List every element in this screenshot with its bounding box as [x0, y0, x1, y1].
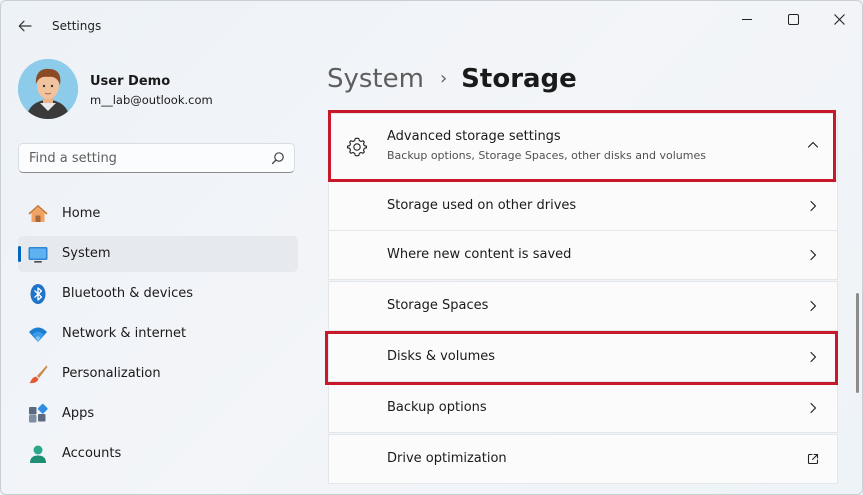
advanced-storage-title: Advanced storage settings: [387, 129, 561, 144]
sidebar-item-label: Network & internet: [62, 326, 187, 341]
external-link-icon: [807, 453, 819, 465]
breadcrumb: System › Storage: [327, 61, 577, 97]
chevron-right-icon: [810, 200, 817, 212]
chevron-right-icon: [810, 351, 817, 363]
close-icon: [833, 13, 845, 25]
maximize-button[interactable]: [770, 7, 816, 31]
back-arrow-icon: [18, 20, 32, 32]
sidebar-item-label: Accounts: [62, 446, 122, 461]
where-new-content-is-saved-row[interactable]: Where new content is saved: [328, 230, 838, 280]
active-indicator: [18, 246, 21, 262]
sidebar-item-label: Personalization: [62, 366, 161, 381]
system-monitor-icon: [28, 247, 48, 263]
search-icon[interactable]: [271, 151, 285, 165]
bluetooth-icon: [30, 284, 46, 304]
backup-options-row[interactable]: Backup options: [328, 383, 838, 433]
row-label: Backup options: [387, 400, 487, 415]
settings-window: Settings User Demo m__lab@outlook.com Fi…: [0, 0, 863, 495]
maximize-icon: [787, 13, 799, 25]
avatar[interactable]: [18, 59, 78, 119]
sidebar-item-apps[interactable]: Apps: [18, 396, 298, 432]
back-button[interactable]: [13, 15, 37, 37]
chevron-right-icon: [810, 300, 817, 312]
sidebar-item-label: System: [62, 246, 111, 261]
advanced-storage-panel: Advanced storage settings Backup options…: [328, 113, 838, 485]
sidebar-item-network[interactable]: Network & internet: [18, 316, 298, 352]
sidebar-item-label: Bluetooth & devices: [62, 286, 193, 301]
storage-spaces-row[interactable]: Storage Spaces: [328, 281, 838, 331]
search-box[interactable]: [18, 143, 295, 173]
page-title: Storage: [461, 64, 577, 94]
scrollbar[interactable]: [856, 293, 859, 393]
sidebar-item-personalization[interactable]: Personalization: [18, 356, 298, 392]
app-title: Settings: [52, 19, 102, 33]
sidebar-item-home[interactable]: Home: [18, 196, 298, 232]
person-icon: [30, 445, 46, 463]
gear-icon: [346, 137, 368, 157]
advanced-storage-settings-header[interactable]: Advanced storage settings Backup options…: [328, 113, 838, 181]
row-label: Storage used on other drives: [387, 198, 577, 213]
advanced-storage-subtitle: Backup options, Storage Spaces, other di…: [387, 149, 706, 162]
apps-icon: [29, 403, 48, 423]
sidebar-nav: Home System Bluetooth & devices Network …: [18, 196, 298, 476]
minimize-button[interactable]: [724, 7, 770, 31]
storage-used-on-other-drives-row[interactable]: Storage used on other drives: [328, 181, 838, 231]
breadcrumb-separator: ›: [439, 67, 448, 89]
row-label: Drive optimization: [387, 451, 507, 466]
chevron-up-icon[interactable]: [807, 139, 819, 151]
sidebar-item-bluetooth[interactable]: Bluetooth & devices: [18, 276, 298, 312]
drive-optimization-row[interactable]: Drive optimization: [328, 434, 838, 484]
chevron-right-icon: [810, 249, 817, 261]
avatar-image: [18, 59, 78, 119]
breadcrumb-system[interactable]: System: [327, 64, 424, 94]
row-label: Storage Spaces: [387, 298, 489, 313]
sidebar-item-label: Home: [62, 206, 101, 221]
sidebar-item-accounts[interactable]: Accounts: [18, 436, 298, 472]
close-button[interactable]: [816, 7, 862, 31]
search-input[interactable]: [19, 144, 269, 172]
sidebar-item-label: Apps: [62, 406, 95, 421]
user-name: User Demo: [90, 74, 171, 89]
chevron-right-icon: [810, 402, 817, 414]
title-bar: Settings: [1, 1, 862, 51]
minimize-icon: [742, 19, 752, 20]
disks-and-volumes-row[interactable]: Disks & volumes: [328, 332, 838, 382]
home-icon: [28, 205, 48, 222]
wifi-icon: [29, 327, 47, 342]
row-label: Where new content is saved: [387, 247, 572, 262]
user-email: m__lab@outlook.com: [90, 93, 213, 107]
row-label: Disks & volumes: [387, 349, 496, 364]
sidebar-item-system[interactable]: System: [18, 236, 298, 272]
paintbrush-icon: [29, 365, 48, 384]
